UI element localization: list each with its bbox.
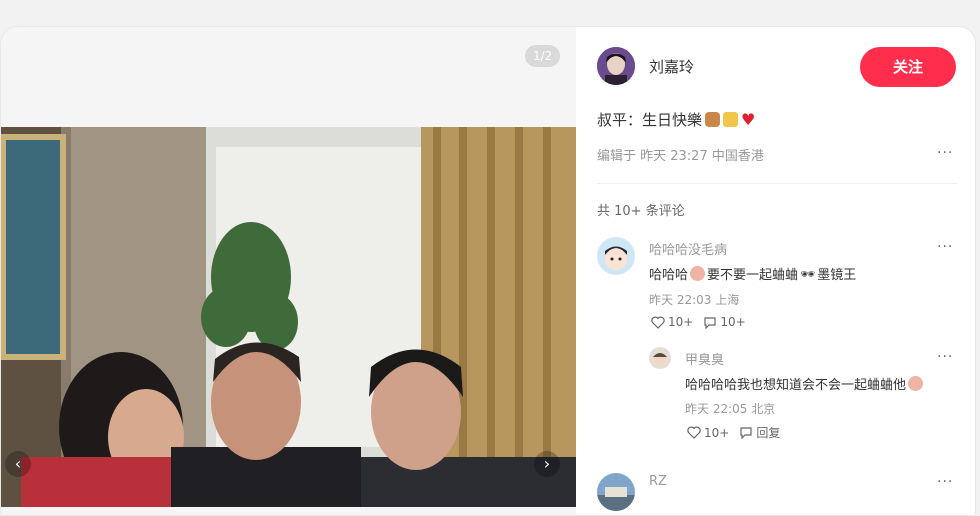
photo-illustration: [1, 127, 576, 507]
comment-avatar[interactable]: [597, 237, 635, 275]
post-text: 叔平：生日快樂: [597, 111, 703, 129]
reply-username[interactable]: 甲臭臭: [685, 349, 724, 368]
like-count: 10+: [668, 315, 694, 329]
comment-avatar[interactable]: [597, 473, 635, 511]
media-viewer: 1/2 ‹ ›: [1, 27, 576, 515]
chevron-right-icon: ›: [543, 454, 551, 473]
reply-button[interactable]: 回复: [739, 424, 780, 441]
reply-label: 回复: [756, 426, 781, 440]
comment-text-part: 哈哈哈: [649, 268, 689, 283]
shy-face-icon: [690, 266, 706, 281]
chevron-left-icon: ‹: [14, 454, 22, 473]
comment-more-icon[interactable]: ···: [937, 474, 953, 490]
cheers-icon: [723, 112, 739, 127]
comment-bubble-icon: [704, 316, 716, 329]
post-photo[interactable]: [1, 127, 576, 507]
reply-avatar[interactable]: [649, 347, 671, 369]
reply-more-icon[interactable]: ···: [937, 349, 953, 365]
reply-meta: 昨天 22:05 北京: [685, 402, 776, 416]
author-avatar[interactable]: [597, 47, 635, 85]
shy-face-icon: [908, 376, 924, 391]
image-counter: 1/2: [525, 45, 561, 67]
next-image-button[interactable]: ›: [534, 451, 560, 477]
reply-button[interactable]: 10+: [703, 315, 746, 329]
comment-username[interactable]: 哈哈哈没毛病: [649, 239, 727, 258]
sunglasses-icon: 🕶: [800, 266, 816, 281]
prev-image-button[interactable]: ‹: [5, 451, 31, 477]
follow-button[interactable]: 关注: [860, 47, 956, 87]
comment-text: 哈哈哈 要不要一起蛐蛐 🕶 墨镜王: [649, 264, 856, 283]
comment-actions: 10+ 10+: [651, 315, 756, 329]
cake-icon: [705, 112, 721, 127]
comment-username[interactable]: RZ: [649, 474, 667, 489]
note-card: 1/2 ‹ › 刘嘉玲 关注 叔平：生日快樂 ♥ 编辑于 昨天 23:27 中国…: [0, 26, 976, 516]
heart-outline-icon: [651, 316, 665, 329]
reply-actions: 10+ 回复: [687, 424, 790, 441]
like-button[interactable]: 10+: [687, 426, 729, 440]
post-meta: 编辑于 昨天 23:27 中国香港: [597, 149, 764, 164]
comment-meta: 昨天 22:03 上海: [649, 293, 740, 307]
author-info[interactable]: 刘嘉玲: [597, 47, 694, 85]
reply-text: 哈哈哈哈我也想知道会不会一起蛐蛐他: [685, 374, 924, 393]
reply-count: 10+: [720, 315, 746, 329]
comment-count: 共 10+ 条评论: [597, 204, 685, 219]
note-detail-panel: 刘嘉玲 关注 叔平：生日快樂 ♥ 编辑于 昨天 23:27 中国香港 ··· 共…: [577, 27, 975, 515]
author-name[interactable]: 刘嘉玲: [649, 56, 694, 77]
like-count: 10+: [704, 425, 730, 440]
comment-more-icon[interactable]: ···: [937, 239, 953, 255]
comment-text-part: 要不要一起蛐蛐: [707, 268, 799, 283]
reply-text-part: 哈哈哈哈我也想知道会不会一起蛐蛐他: [685, 378, 907, 393]
comment-bubble-icon: [740, 427, 752, 439]
comment-text-part: 墨镜王: [817, 268, 857, 283]
like-button[interactable]: 10+: [651, 315, 693, 329]
divider: [597, 183, 957, 184]
heart-outline-icon: [687, 426, 701, 439]
post-more-icon[interactable]: ···: [937, 145, 953, 161]
post-content: 叔平：生日快樂 ♥: [597, 109, 755, 130]
heart-icon: ♥: [741, 110, 756, 129]
